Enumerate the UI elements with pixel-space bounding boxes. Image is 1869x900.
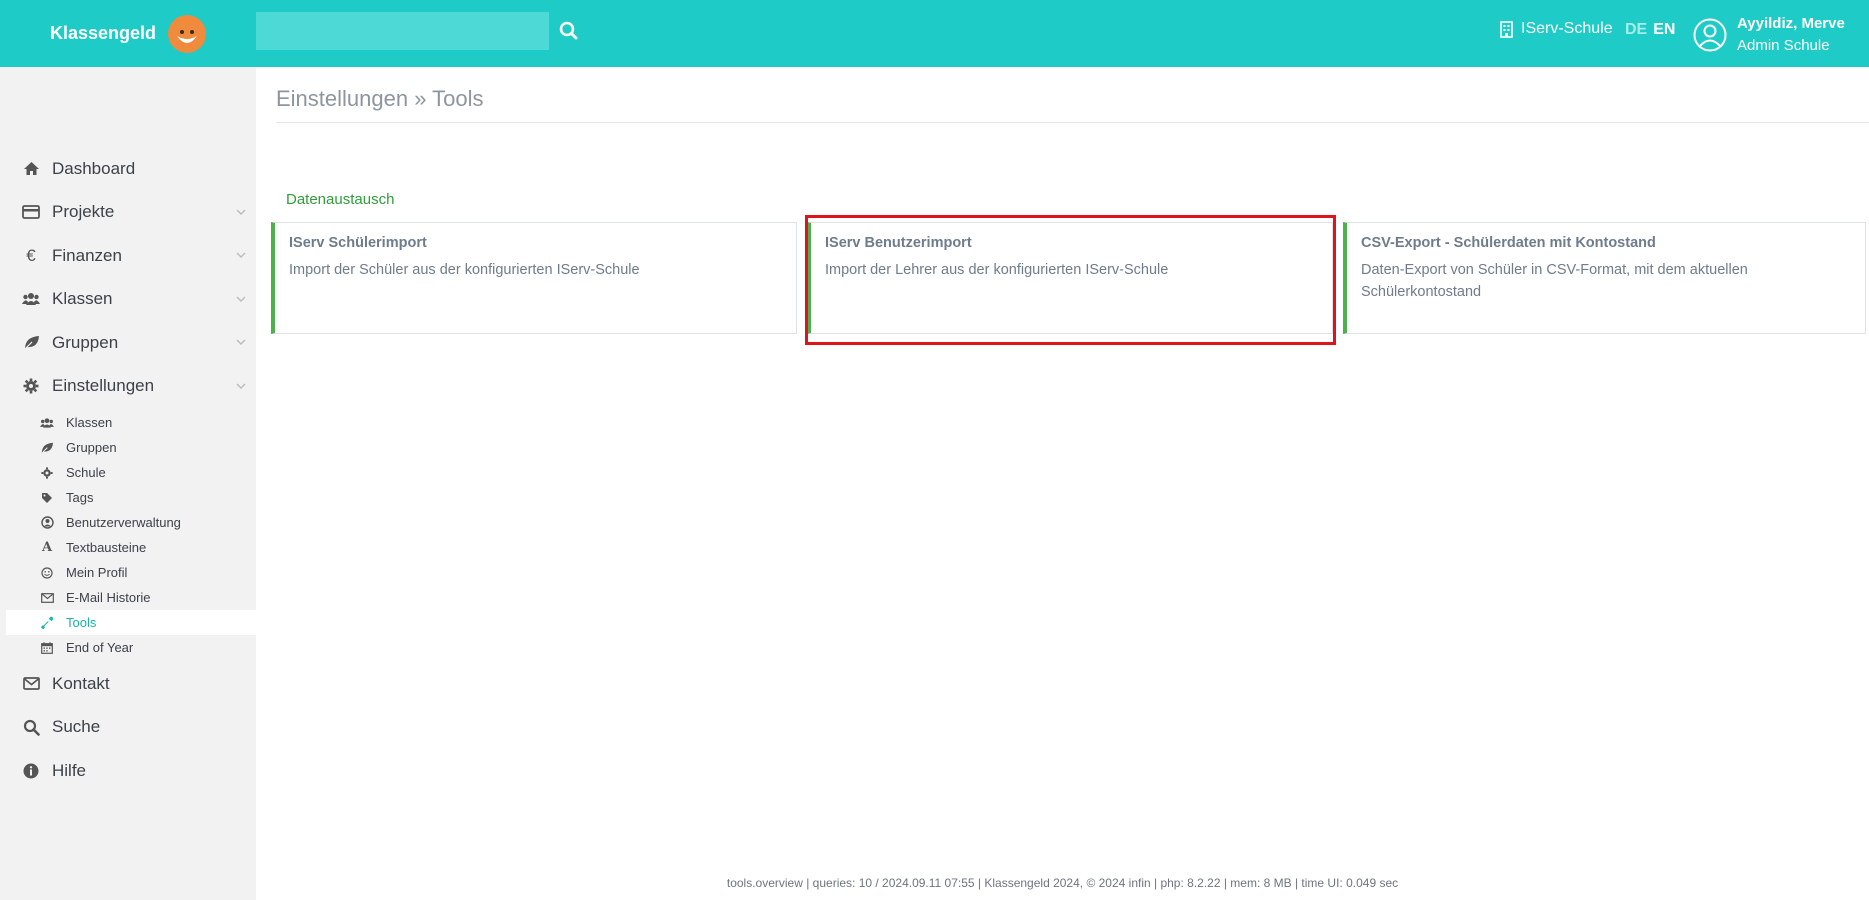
tag-icon [40, 491, 54, 505]
envelope-icon [40, 591, 54, 605]
brand-name: Klassengeld [50, 22, 157, 43]
sidebar-item-hilfe[interactable]: Hilfe [0, 749, 256, 793]
user-menu[interactable]: Ayyildiz, Merve Admin Schule [1693, 13, 1845, 57]
calendar-icon [40, 641, 54, 655]
gear-icon [22, 377, 40, 395]
sidebar-item-label: Klassen [52, 289, 113, 309]
sidebar-item-einstellungen[interactable]: Einstellungen [0, 365, 256, 409]
subnav-label: Mein Profil [66, 565, 128, 580]
leaf-icon [22, 334, 40, 352]
lang-en-link[interactable]: EN [1653, 21, 1675, 38]
leaf-icon [40, 441, 54, 455]
card-description: Import der Lehrer aus der konfigurierten… [825, 262, 1169, 278]
chevron-down-icon [236, 209, 246, 215]
euro-icon: € [26, 245, 36, 265]
subnav-label: Textbausteine [66, 540, 147, 555]
card-description: Daten-Export von Schüler in CSV-Format, … [1361, 262, 1748, 300]
lang-de-link[interactable]: DE [1625, 21, 1647, 38]
home-icon [22, 160, 40, 178]
user-circle-icon [40, 516, 54, 530]
footer-debug-info: tools.overview | queries: 10 / 2024.09.1… [726, 876, 1399, 890]
subnav-label: Gruppen [66, 440, 117, 455]
subnav-item-end-of-year[interactable]: End of Year [0, 635, 256, 660]
smile-icon [40, 566, 54, 580]
font-icon: A [41, 540, 53, 555]
subnav-item-klassen[interactable]: Klassen [0, 410, 256, 435]
subnav-item-benutzerverwaltung[interactable]: Benutzerverwaltung [0, 510, 256, 535]
subnav-item-email-historie[interactable]: E-Mail Historie [0, 585, 256, 610]
card-description: Import der Schüler aus der konfigurierte… [289, 262, 640, 278]
sidebar-item-kontakt[interactable]: Kontakt [0, 662, 256, 706]
language-switcher: DE EN [1625, 21, 1675, 39]
sidebar-item-projekte[interactable]: Projekte [0, 191, 256, 235]
wrench-icon [40, 616, 54, 630]
gear-icon [40, 466, 54, 480]
subnav-item-mein-profil[interactable]: Mein Profil [0, 560, 256, 585]
fox-logo-icon [168, 15, 207, 53]
credit-card-icon [22, 203, 40, 221]
sidebar-item-dashboard[interactable]: Dashboard [0, 147, 256, 191]
subnav-label: Schule [66, 465, 106, 480]
tool-card-benutzerimport[interactable]: IServ Benutzerimport Import der Lehrer a… [807, 222, 1333, 334]
users-icon [40, 416, 54, 430]
page-title: Einstellungen » Tools [276, 86, 484, 111]
chevron-down-icon [236, 339, 246, 345]
sidebar-item-label: Finanzen [52, 245, 122, 265]
sidebar-item-label: Einstellungen [52, 376, 155, 396]
card-title: CSV-Export - Schülerdaten mit Kontostand [1361, 235, 1656, 251]
tool-card-csv-export[interactable]: CSV-Export - Schülerdaten mit Kontostand… [1343, 222, 1866, 334]
chevron-down-icon [236, 252, 246, 258]
school-link[interactable]: IServ-Schule [1500, 20, 1613, 38]
info-icon [22, 762, 40, 780]
sidebar: Dashboard Projekte € Finanzen Klassen Gr [0, 67, 256, 900]
user-name: Ayyildiz, Merve [1737, 15, 1845, 32]
title-divider [276, 122, 1869, 123]
card-title: IServ Schülerimport [289, 235, 427, 251]
subnav-item-schule[interactable]: Schule [0, 460, 256, 485]
subnav-label: E-Mail Historie [66, 590, 151, 605]
user-avatar-icon [1693, 18, 1727, 52]
user-role: Admin Schule [1737, 37, 1830, 54]
sidebar-item-label: Projekte [52, 202, 115, 222]
sidebar-nav: Dashboard Projekte € Finanzen Klassen Gr [0, 147, 256, 793]
subnav-label: Klassen [66, 415, 113, 430]
sidebar-item-suche[interactable]: Suche [0, 706, 256, 750]
sidebar-item-label: Kontakt [52, 673, 110, 693]
sidebar-item-label: Dashboard [52, 158, 136, 178]
settings-subnav: Klassen Gruppen Schule Tags Benutzerverw… [0, 408, 256, 662]
building-icon [1500, 20, 1513, 38]
section-heading: Datenaustausch [286, 191, 395, 208]
sidebar-item-gruppen[interactable]: Gruppen [0, 321, 256, 365]
search-input[interactable] [256, 12, 549, 50]
subnav-item-gruppen[interactable]: Gruppen [0, 435, 256, 460]
subnav-item-tags[interactable]: Tags [0, 485, 256, 510]
chevron-down-icon [236, 296, 246, 302]
search-icon [22, 718, 40, 736]
sidebar-item-label: Hilfe [52, 760, 87, 780]
users-icon [22, 290, 40, 308]
subnav-item-tools[interactable]: Tools [6, 610, 256, 635]
sidebar-item-label: Suche [52, 717, 101, 737]
brand-link[interactable]: Klassengeld [50, 10, 212, 56]
sidebar-item-label: Gruppen [52, 332, 119, 352]
subnav-label: Tags [66, 490, 94, 505]
subnav-label: Benutzerverwaltung [66, 515, 181, 530]
sidebar-item-finanzen[interactable]: € Finanzen [0, 234, 256, 278]
subnav-item-textbausteine[interactable]: A Textbausteine [0, 535, 256, 560]
subnav-label: Tools [66, 615, 97, 630]
tool-card-schuelerimport[interactable]: IServ Schülerimport Import der Schüler a… [271, 222, 797, 334]
card-title: IServ Benutzerimport [825, 235, 972, 251]
top-bar: Klassengeld IServ-Schule DE EN Ayyildiz,… [0, 0, 1869, 67]
school-name: IServ-Schule [1521, 20, 1613, 37]
chevron-down-icon [236, 383, 246, 389]
sidebar-item-klassen[interactable]: Klassen [0, 278, 256, 322]
envelope-icon [22, 675, 40, 693]
search-icon[interactable] [558, 20, 580, 42]
subnav-label: End of Year [66, 640, 134, 655]
